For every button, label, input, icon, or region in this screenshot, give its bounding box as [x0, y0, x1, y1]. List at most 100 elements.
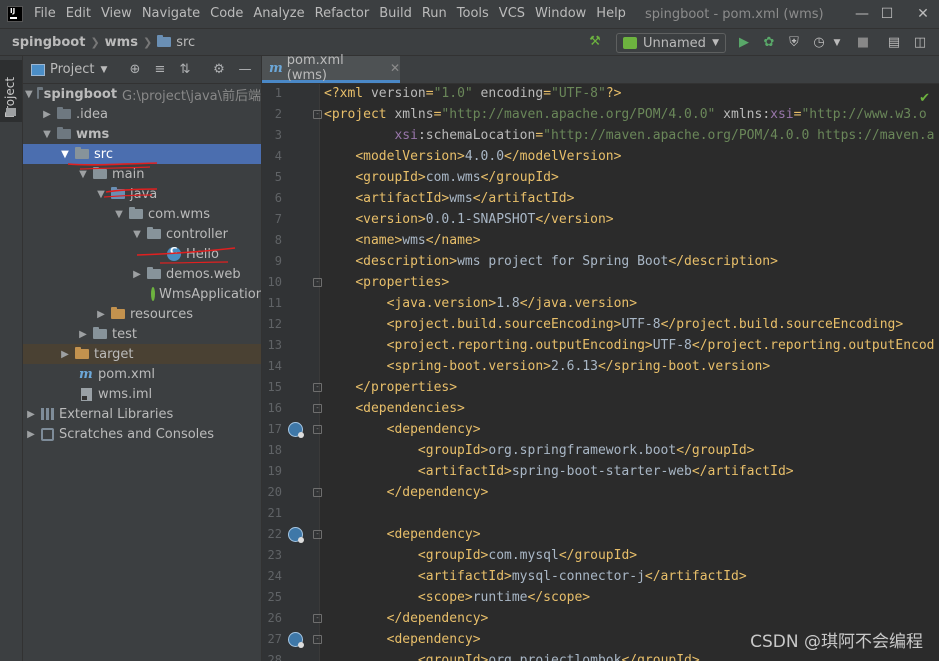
code-line[interactable]: 4 <modelVersion>4.0.0</modelVersion>	[262, 146, 939, 167]
debug-icon[interactable]: ✿	[761, 35, 777, 51]
dependency-gutter-icon[interactable]	[288, 422, 304, 438]
stop-icon[interactable]: ■	[855, 35, 871, 51]
layout-icon[interactable]: ◫	[912, 35, 928, 51]
code-line[interactable]: 6 <artifactId>wms</artifactId>	[262, 188, 939, 209]
tree-item-scratches[interactable]: ▶ Scratches and Consoles	[23, 424, 261, 444]
code-line[interactable]: 20 - </dependency>	[262, 482, 939, 503]
project-structure-icon[interactable]: ▤	[886, 35, 902, 51]
code-line[interactable]: 8 <name>wms</name>	[262, 230, 939, 251]
code-line[interactable]: 2 - <project xmlns="http://maven.apache.or…	[262, 104, 939, 125]
tree-item-test[interactable]: ▶ test	[23, 324, 261, 344]
more-run-chevron-icon[interactable]: ▼	[829, 35, 845, 51]
close-tab-icon[interactable]: ✕	[390, 61, 400, 75]
fold-marker-icon[interactable]: -	[313, 488, 322, 497]
menu-navigate[interactable]: Navigate	[137, 0, 205, 28]
menu-window[interactable]: Window	[530, 0, 591, 28]
breadcrumb-project[interactable]: spingboot	[12, 35, 85, 50]
menu-view[interactable]: View	[96, 0, 137, 28]
code-line[interactable]: 5 <groupId>com.wms</groupId>	[262, 167, 939, 188]
coverage-icon[interactable]: ⛨	[786, 35, 802, 51]
dependency-gutter-icon[interactable]	[288, 632, 304, 648]
code-line[interactable]: 13 <project.reporting.outputEncoding>UTF…	[262, 335, 939, 356]
breadcrumb-module[interactable]: wms	[105, 35, 138, 50]
menu-tools[interactable]: Tools	[452, 0, 494, 28]
tree-item-external-libraries[interactable]: ▶ External Libraries	[23, 404, 261, 424]
code-token: 4.0.0	[464, 149, 505, 164]
tab-pom-xml[interactable]: m pom.xml (wms) ✕	[262, 53, 400, 83]
run-configuration-select[interactable]: Unnamed ▼	[616, 33, 726, 53]
tree-item-wmsapplication[interactable]: WmsApplication	[23, 284, 261, 304]
code-line[interactable]: 9 <description>wms project for Spring Bo…	[262, 251, 939, 272]
tree-item-pom-xml[interactable]: m pom.xml	[23, 364, 261, 384]
fold-marker-icon[interactable]: -	[313, 614, 322, 623]
code-text: <groupId>com.wms</groupId>	[324, 167, 559, 188]
code-line[interactable]: 17 - <dependency>	[262, 419, 939, 440]
menu-build[interactable]: Build	[374, 0, 417, 28]
code-line[interactable]: 18 <groupId>org.springframework.boot</gr…	[262, 440, 939, 461]
code-line[interactable]: 21	[262, 503, 939, 524]
code-line[interactable]: 22 - <dependency>	[262, 524, 939, 545]
code-line[interactable]: 15 - </properties>	[262, 377, 939, 398]
tree-item-hello[interactable]: Hello	[23, 244, 261, 264]
collapse-all-icon[interactable]: ⇅	[177, 62, 193, 78]
tree-label: External Libraries	[59, 406, 174, 422]
gear-icon[interactable]: ⚙	[211, 62, 227, 78]
fold-marker-icon[interactable]: -	[313, 635, 322, 644]
tree-item-wms[interactable]: ▼ wms	[23, 124, 261, 144]
menu-vcs[interactable]: VCS	[494, 0, 530, 28]
dependency-gutter-icon[interactable]	[288, 527, 304, 543]
chevron-down-icon[interactable]: ▼	[100, 65, 107, 75]
tree-item-target[interactable]: ▶ target	[23, 344, 261, 364]
profile-icon[interactable]: ◷	[811, 35, 827, 51]
menu-edit[interactable]: Edit	[61, 0, 96, 28]
close-window-icon[interactable]: ✕	[900, 0, 939, 28]
code-line[interactable]: 12 <project.build.sourceEncoding>UTF-8</…	[262, 314, 939, 335]
fold-marker-icon[interactable]: -	[313, 425, 322, 434]
code-line[interactable]: 10 - <properties>	[262, 272, 939, 293]
hide-panel-icon[interactable]: —	[237, 62, 253, 78]
tree-item-wms-iml[interactable]: wms.iml	[23, 384, 261, 404]
tree-item-java[interactable]: ▼ java	[23, 184, 261, 204]
tree-item-idea[interactable]: ▶ .idea	[23, 104, 261, 124]
menu-run[interactable]: Run	[417, 0, 452, 28]
code-line[interactable]: 19 <artifactId>spring-boot-starter-web</…	[262, 461, 939, 482]
menu-file[interactable]: File	[29, 0, 61, 28]
breadcrumb-src-item[interactable]: src	[157, 35, 195, 50]
tree-item-controller[interactable]: ▼ controller	[23, 224, 261, 244]
expand-all-icon[interactable]: ≡	[152, 62, 168, 78]
fold-marker-icon[interactable]: -	[313, 530, 322, 539]
locate-target-icon[interactable]: ⊕	[127, 62, 143, 78]
tree-item-demos-web[interactable]: ▶ demos.web	[23, 264, 261, 284]
chevron-down-icon: ▼	[712, 38, 719, 48]
tree-item-com-wms[interactable]: ▼ com.wms	[23, 204, 261, 224]
menu-analyze[interactable]: Analyze	[248, 0, 309, 28]
fold-marker-icon[interactable]: -	[313, 278, 322, 287]
code-line[interactable]: 3 xsi:schemaLocation="http://maven.apach…	[262, 125, 939, 146]
code-line[interactable]: 14 <spring-boot.version>2.6.13</spring-b…	[262, 356, 939, 377]
code-line[interactable]: 16 - <dependencies>	[262, 398, 939, 419]
code-line[interactable]: 11 <java.version>1.8</java.version>	[262, 293, 939, 314]
project-panel-title[interactable]: Project	[50, 62, 94, 77]
code-line[interactable]: 1 <?xml version="1.0" encoding="UTF-8"?>	[262, 84, 939, 104]
fold-marker-icon[interactable]: -	[313, 110, 322, 119]
code-line[interactable]: 25 <scope>runtime</scope>	[262, 587, 939, 608]
inspection-ok-icon[interactable]: ✔	[919, 91, 930, 106]
tree-item-src[interactable]: ▼ src	[23, 144, 261, 164]
code-line[interactable]: 7 <version>0.0.1-SNAPSHOT</version>	[262, 209, 939, 230]
code-line[interactable]: 23 <groupId>com.mysql</groupId>	[262, 545, 939, 566]
run-icon[interactable]: ▶	[736, 35, 752, 51]
fold-marker-icon[interactable]: -	[313, 404, 322, 413]
code-token: runtime	[472, 590, 528, 605]
menu-code[interactable]: Code	[205, 0, 248, 28]
build-hammer-icon[interactable]: ⚒	[587, 34, 603, 50]
fold-marker-icon[interactable]: -	[313, 383, 322, 392]
menu-refactor[interactable]: Refactor	[310, 0, 375, 28]
menu-help[interactable]: Help	[591, 0, 631, 28]
code-line[interactable]: 26 - </dependency>	[262, 608, 939, 629]
tree-item-spingboot[interactable]: ▼ spingboot G:\project\java\前后端	[23, 84, 261, 104]
code-line[interactable]: 24 <artifactId>mysql-connector-j</artifa…	[262, 566, 939, 587]
tree-item-main[interactable]: ▼ main	[23, 164, 261, 184]
code-editor[interactable]: 1 <?xml version="1.0" encoding="UTF-8"?> 2…	[261, 84, 939, 661]
tree-item-resources[interactable]: ▶ resources	[23, 304, 261, 324]
